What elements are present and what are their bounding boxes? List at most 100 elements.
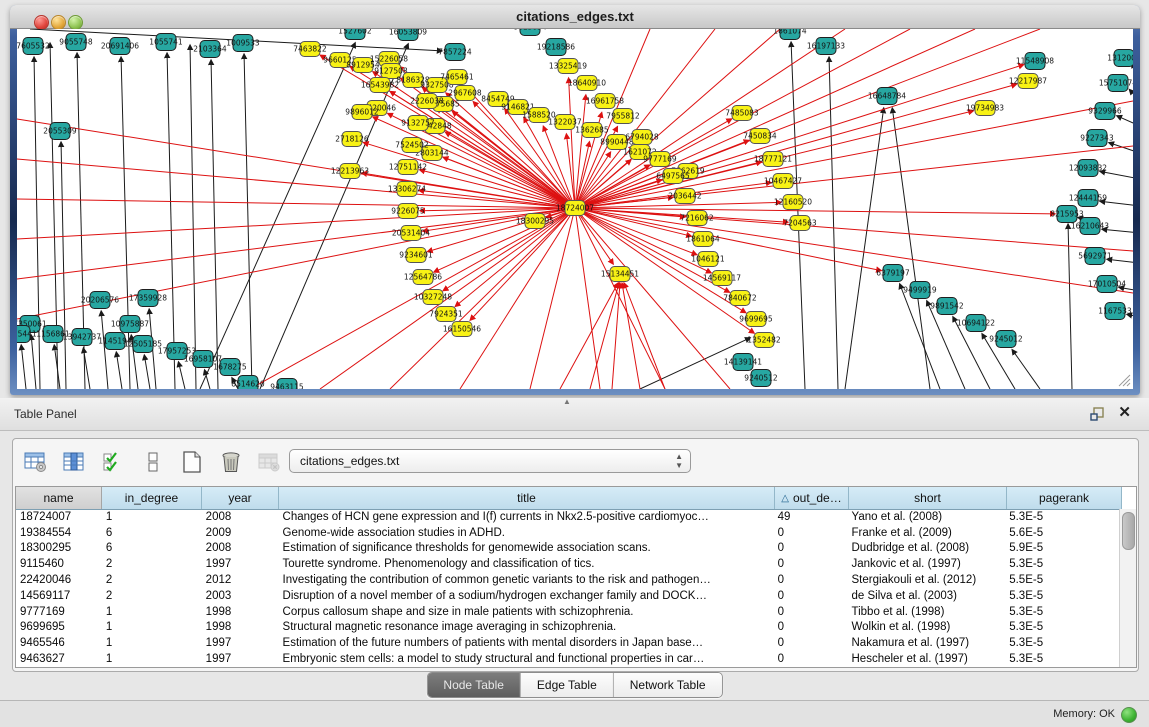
row-options-button[interactable] — [140, 449, 166, 475]
graph-node[interactable]: 1312004 — [1107, 50, 1133, 67]
table-row[interactable]: 1872400712008Changes of HCN gene express… — [16, 509, 1120, 525]
graph-node[interactable]: 5692971 — [1078, 248, 1112, 265]
float-panel-icon[interactable] — [1089, 406, 1105, 422]
graph-node[interactable]: 12217987 — [1009, 74, 1047, 89]
vertical-scrollbar[interactable] — [1119, 509, 1136, 667]
graph-node[interactable]: 1527602 — [338, 29, 372, 40]
graph-node[interactable]: 10327248 — [414, 290, 452, 305]
table-row[interactable]: 2242004622012Investigating the contribut… — [16, 572, 1120, 588]
citation-network-graph[interactable]: 1872400776055329055748206914061055741210… — [17, 29, 1133, 389]
table-select-dropdown[interactable]: citations_edges.txt ▲▼ — [289, 449, 691, 473]
graph-node[interactable]: 16150546 — [443, 322, 481, 337]
graph-node[interactable]: 9329966 — [1088, 103, 1122, 120]
create-table-button[interactable] — [179, 449, 205, 475]
graph-node[interactable]: 8813054 — [513, 29, 547, 36]
column-header-title[interactable]: title — [279, 487, 775, 509]
table-row[interactable]: 946554611997Estimation of the future num… — [16, 635, 1120, 651]
table-row[interactable]: 969969511998Structural magnetic resonanc… — [16, 620, 1120, 636]
column-header-out_de[interactable]: △out_de… — [775, 487, 849, 509]
graph-node[interactable]: 17010504 — [1088, 276, 1126, 293]
graph-node[interactable]: 14139141 — [724, 354, 762, 371]
column-header-in_degree[interactable]: in_degree — [102, 487, 202, 509]
graph-node[interactable]: 1362685 — [575, 123, 609, 138]
graph-node[interactable]: 16648784 — [868, 88, 906, 105]
select-columns-button[interactable] — [101, 449, 127, 475]
graph-node[interactable]: 2055309 — [43, 123, 77, 140]
graph-node[interactable]: 1167533 — [1098, 303, 1132, 320]
graph-node[interactable]: 12751142 — [389, 160, 427, 175]
graph-node[interactable]: 12093832 — [1069, 160, 1107, 177]
table-row[interactable]: 911546021997Tourette syndrome. Phenomeno… — [16, 556, 1120, 572]
column-header-year[interactable]: year — [202, 487, 279, 509]
graph-node[interactable]: 2967608 — [448, 86, 482, 101]
graph-node[interactable]: 9240512 — [744, 370, 778, 387]
table-row[interactable]: 1938455462009Genome-wide association stu… — [16, 525, 1120, 541]
graph-node[interactable]: 1352482 — [747, 333, 781, 348]
network-window-titlebar[interactable]: citations_edges.txt — [10, 5, 1140, 29]
table-row[interactable]: 1830029562008Estimation of significance … — [16, 541, 1120, 557]
graph-node[interactable]: 9891542 — [930, 298, 964, 315]
graph-node[interactable]: 9699695 — [739, 312, 773, 327]
graph-node[interactable]: 12213963 — [331, 164, 369, 179]
tab-edge-table[interactable]: Edge Table — [521, 673, 614, 697]
split-pane-handle[interactable]: ▲ — [563, 397, 571, 406]
graph-node[interactable]: 8514620 — [231, 376, 265, 390]
graph-node[interactable]: 16053809 — [389, 29, 427, 41]
tab-network-table[interactable]: Network Table — [614, 673, 722, 697]
graph-node[interactable]: 13325419 — [549, 59, 587, 74]
graph-node[interactable]: 16543982 — [361, 78, 399, 93]
graph-node[interactable]: 9227343 — [1080, 130, 1114, 147]
delete-table-button[interactable] — [257, 449, 283, 475]
graph-node[interactable]: 9245012 — [989, 331, 1023, 348]
show-column-button[interactable] — [62, 449, 88, 475]
graph-node[interactable]: 8215953 — [1050, 206, 1084, 223]
graph-node[interactable]: 7216062 — [680, 211, 714, 226]
graph-node[interactable]: 12160520 — [774, 195, 812, 210]
graph-node[interactable]: 7463822 — [293, 42, 327, 57]
graph-node[interactable]: 1861074 — [773, 29, 807, 40]
delete-entry-button[interactable] — [218, 449, 244, 475]
graph-node[interactable]: 14569117 — [703, 271, 741, 286]
graph-node[interactable]: 7857224 — [438, 44, 472, 61]
graph-node[interactable]: 20206576 — [81, 292, 119, 309]
graph-node[interactable]: 18640910 — [568, 76, 606, 91]
resize-grip[interactable] — [1115, 371, 1131, 387]
tab-node-table[interactable]: Node Table — [427, 673, 521, 697]
graph-node[interactable]: 17359928 — [129, 290, 167, 307]
graph-node[interactable]: 10975887 — [111, 316, 149, 333]
graph-node[interactable]: 19734983 — [966, 101, 1004, 116]
graph-node[interactable]: 2103364 — [193, 41, 227, 58]
graph-node[interactable]: 9055748 — [59, 34, 93, 51]
graph-node[interactable]: 10694122 — [957, 315, 995, 332]
graph-node[interactable]: 20691406 — [101, 38, 139, 55]
table-row[interactable]: 977716911998Corpus callosum shape and si… — [16, 604, 1120, 620]
graph-node[interactable]: 1861064 — [686, 232, 720, 247]
graph-node[interactable]: 2036442 — [668, 189, 702, 204]
table-row[interactable]: 946362711997Embryonic stem cells: a mode… — [16, 651, 1120, 667]
column-header-short[interactable]: short — [849, 487, 1007, 509]
graph-node[interactable]: 6379197 — [876, 265, 910, 282]
graph-node[interactable]: 12444159 — [1069, 190, 1107, 207]
graph-node[interactable]: 7924351 — [429, 307, 463, 322]
column-header-name[interactable]: name — [16, 487, 102, 509]
graph-node[interactable]: 9499919 — [903, 282, 937, 299]
graph-node[interactable]: 2718126 — [335, 132, 369, 147]
memory-ok-indicator-icon[interactable] — [1121, 707, 1137, 723]
graph-node[interactable]: 1009533 — [226, 35, 260, 52]
graph-node[interactable]: 7605532 — [17, 38, 50, 55]
table-row[interactable]: 1456911722003Disruption of a novel membe… — [16, 588, 1120, 604]
graph-node[interactable]: 9234601 — [399, 248, 433, 263]
network-canvas[interactable]: 1872400776055329055748206914061055741210… — [17, 29, 1133, 389]
table-mode-button[interactable] — [23, 449, 49, 475]
column-header-pagerank[interactable]: pagerank — [1007, 487, 1122, 509]
graph-node[interactable]: 19218586 — [537, 39, 575, 56]
graph-node[interactable]: 1046121 — [691, 252, 725, 267]
graph-node[interactable]: 18777121 — [754, 152, 792, 167]
graph-node[interactable]: 16961758 — [586, 94, 624, 109]
graph-node[interactable]: 9463115 — [270, 379, 304, 390]
graph-node[interactable]: 11548908 — [1016, 53, 1054, 70]
close-panel-icon[interactable]: ✕ — [1118, 405, 1131, 421]
graph-node[interactable]: 7485083 — [725, 106, 759, 121]
graph-node[interactable]: 15751074 — [1099, 75, 1133, 92]
graph-node[interactable]: 16197133 — [807, 38, 845, 55]
